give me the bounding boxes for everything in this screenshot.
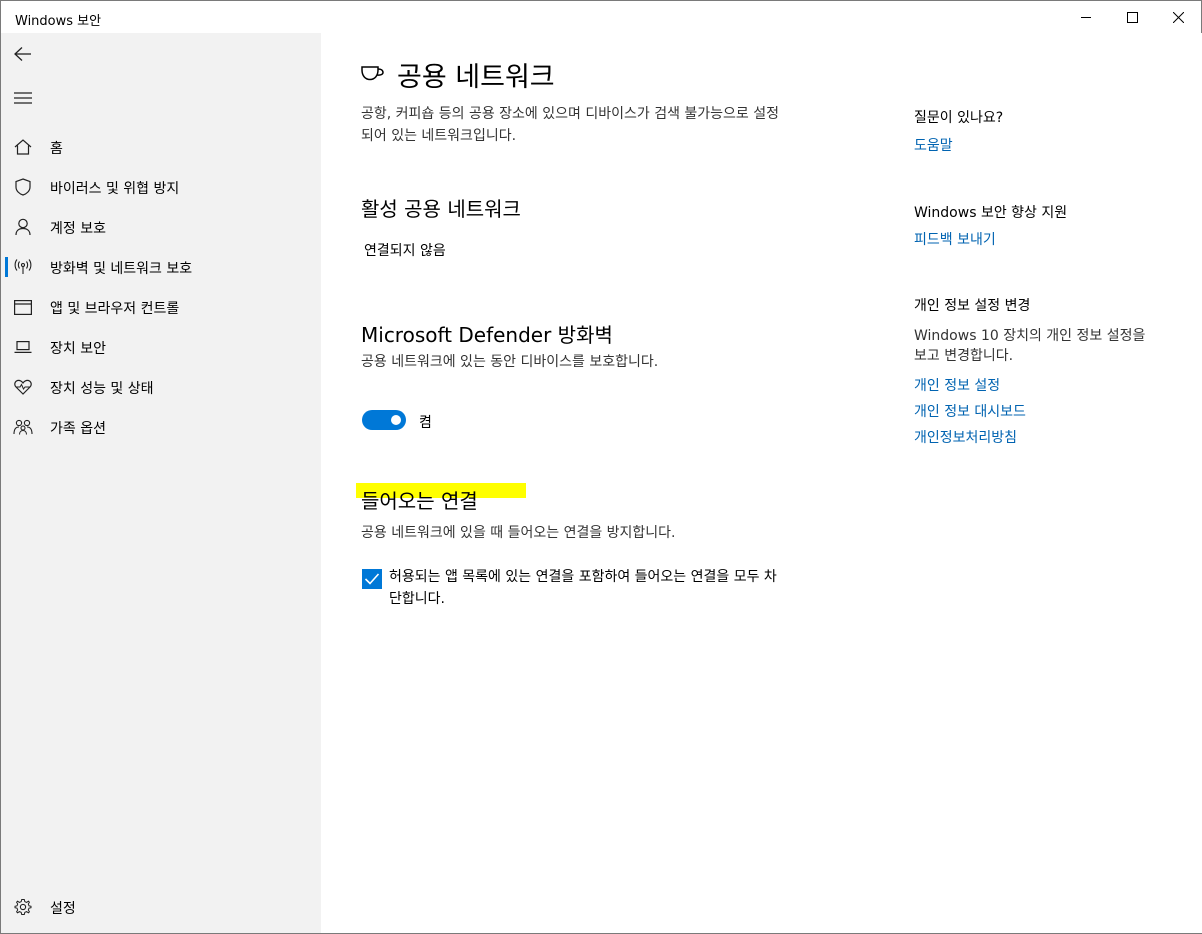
heart-pulse-icon	[13, 378, 33, 396]
checkmark-icon	[364, 573, 380, 585]
block-all-incoming-label: 허용되는 앱 목록에 있는 연결을 포함하여 들어오는 연결을 모두 차 단합니…	[389, 569, 777, 607]
firewall-description: 공용 네트워크에 있는 동안 디바이스를 보호합니다.	[361, 354, 659, 370]
sidebar: 홈 바이러스 및 위협 방지 계정 보호 방화벽 및 네트워크 보호 앱 및 브…	[1, 33, 321, 933]
feedback-link[interactable]: 피드백 보내기	[914, 229, 996, 249]
sidebar-item-label: 장치 성능 및 상태	[50, 381, 154, 397]
page-title-text: 공용 네트워크	[397, 62, 555, 93]
incoming-connections-description: 공용 네트워크에 있을 때 들어오는 연결을 방지합니다.	[361, 525, 676, 541]
help-link[interactable]: 도움말	[914, 135, 953, 155]
family-icon	[13, 418, 33, 436]
firewall-toggle-label: 켬	[419, 415, 432, 431]
back-button[interactable]	[1, 34, 45, 74]
improve-heading: Windows 보안 향상 지원	[914, 205, 1068, 221]
sidebar-item-account-protection[interactable]: 계정 보호	[1, 207, 321, 247]
incoming-connections-heading: 들어오는 연결	[361, 489, 478, 513]
sidebar-item-label: 계정 보호	[50, 221, 106, 237]
main-content: 공용 네트워크 공항, 커피숍 등의 공용 장소에 있으며 디바이스가 검색 불…	[322, 33, 1202, 933]
browser-window-icon	[13, 298, 33, 316]
person-icon	[13, 218, 33, 236]
hamburger-menu-button[interactable]	[1, 78, 45, 118]
sidebar-item-label: 바이러스 및 위협 방지	[50, 181, 180, 197]
privacy-dashboard-link[interactable]: 개인 정보 대시보드	[914, 401, 1026, 421]
block-all-incoming-checkbox[interactable]	[362, 569, 382, 589]
privacy-text: Windows 10 장치의 개인 정보 설정을 보고 변경합니다.	[914, 328, 1146, 364]
sidebar-item-label: 설정	[50, 901, 76, 917]
sidebar-item-device-security[interactable]: 장치 보안	[1, 327, 321, 367]
gear-icon	[13, 898, 33, 916]
privacy-settings-link[interactable]: 개인 정보 설정	[914, 375, 1000, 395]
active-network-status: 연결되지 않음	[364, 243, 446, 259]
sidebar-item-label: 장치 보안	[50, 341, 106, 357]
page-title: 공용 네트워크	[361, 55, 555, 94]
sidebar-item-label: 가족 옵션	[50, 421, 106, 437]
hamburger-icon	[14, 92, 32, 104]
question-heading: 질문이 있나요?	[914, 110, 1004, 126]
sidebar-item-firewall[interactable]: 방화벽 및 네트워크 보호	[1, 247, 321, 287]
window-title: Windows 보안	[15, 14, 102, 29]
sidebar-item-label: 홈	[50, 141, 63, 157]
app-window: Windows 보안 홈 바이러스 및 위협 방지 계정 보호 방화벽 및 네트…	[0, 0, 1202, 934]
sidebar-item-device-performance[interactable]: 장치 성능 및 상태	[1, 367, 321, 407]
sidebar-item-settings[interactable]: 설정	[1, 887, 321, 927]
firewall-heading: Microsoft Defender 방화벽	[361, 323, 613, 347]
title-bar: Windows 보안	[1, 1, 1201, 33]
privacy-heading: 개인 정보 설정 변경	[914, 298, 1031, 314]
shield-icon	[13, 178, 33, 196]
page-description: 공항, 커피숍 등의 공용 장소에 있으며 디바이스가 검색 불가능으로 설정 …	[361, 106, 780, 144]
home-icon	[13, 138, 33, 156]
sidebar-item-label: 방화벽 및 네트워크 보호	[50, 261, 193, 277]
toggle-knob	[391, 415, 401, 425]
close-button[interactable]	[1155, 1, 1201, 33]
coffee-cup-icon	[361, 64, 385, 86]
laptop-icon	[13, 338, 33, 356]
minimize-button[interactable]	[1063, 1, 1109, 33]
sidebar-item-app-browser-control[interactable]: 앱 및 브라우저 컨트롤	[1, 287, 321, 327]
minimize-icon	[1080, 16, 1091, 18]
maximize-button[interactable]	[1109, 1, 1155, 33]
firewall-toggle[interactable]	[362, 410, 406, 430]
privacy-policy-link[interactable]: 개인정보처리방침	[914, 427, 1017, 447]
sidebar-item-family-options[interactable]: 가족 옵션	[1, 407, 321, 447]
close-icon	[1172, 11, 1184, 23]
wireless-antenna-icon	[13, 258, 33, 276]
active-network-heading: 활성 공용 네트워크	[361, 197, 521, 221]
sidebar-item-home[interactable]: 홈	[1, 127, 321, 167]
maximize-icon	[1126, 11, 1138, 23]
sidebar-item-virus-protection[interactable]: 바이러스 및 위협 방지	[1, 167, 321, 207]
back-arrow-icon	[14, 47, 31, 61]
sidebar-item-label: 앱 및 브라우저 컨트롤	[50, 301, 180, 317]
